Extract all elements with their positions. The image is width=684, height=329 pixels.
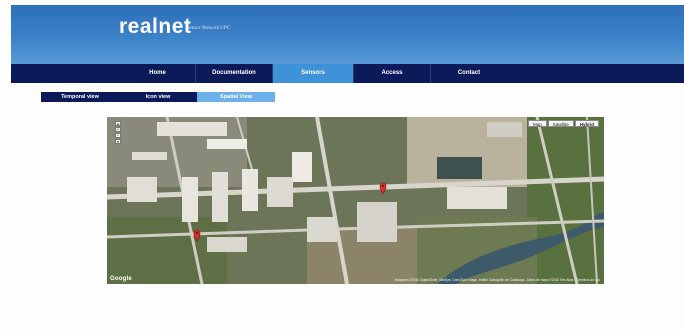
nav-item-contact[interactable]: Contact: [431, 64, 507, 83]
building: [307, 217, 337, 242]
building: [157, 122, 227, 136]
site-header: realnet Sensor Network UPC: [11, 5, 684, 64]
building: [447, 187, 507, 209]
building: [242, 169, 258, 211]
map-type-map-button[interactable]: Map: [527, 120, 547, 127]
tab-spatial-view[interactable]: Spatial View: [197, 92, 275, 102]
tab-temporal-view[interactable]: Temporal view: [41, 92, 119, 102]
map-pin-dot: [381, 184, 385, 188]
map-type-hybrid-button[interactable]: Hybrid: [574, 120, 599, 127]
satellite-map[interactable]: ▴ + − ▾ Map Satellite Hybrid Google Imág…: [107, 117, 604, 284]
pan-down-icon[interactable]: ▾: [115, 139, 121, 144]
nav-item-access[interactable]: Access: [354, 64, 430, 83]
building: [267, 177, 293, 207]
zoom-out-button[interactable]: −: [115, 133, 121, 138]
nav-item-documentation[interactable]: Documentation: [196, 64, 272, 83]
site-tagline: Sensor Network UPC: [187, 26, 231, 31]
building: [207, 237, 247, 252]
building: [127, 177, 157, 202]
nav-item-sensors[interactable]: Sensors: [273, 64, 353, 83]
nav-item-home[interactable]: Home: [120, 64, 195, 83]
building: [132, 152, 167, 160]
building: [182, 177, 198, 222]
building: [292, 152, 312, 182]
building-dark-roof: [437, 157, 482, 179]
map-type-control: Map Satellite Hybrid: [527, 120, 599, 127]
map-pin-dot: [195, 231, 199, 235]
site-logo[interactable]: realnet: [119, 15, 191, 39]
map-zoom-control: ▴ + − ▾: [115, 121, 124, 145]
building: [207, 139, 247, 149]
map-copyright: Imágenes ©2010 DigitalGlobe, GeoEye, Cne…: [394, 278, 600, 282]
building: [357, 202, 397, 242]
main-nav: Home Documentation Sensors Access Contac…: [11, 64, 684, 83]
page: realnet Sensor Network UPC Home Document…: [0, 0, 684, 329]
building: [487, 122, 522, 137]
google-logo[interactable]: Google: [110, 276, 132, 282]
map-type-satellite-button[interactable]: Satellite: [547, 120, 574, 127]
pan-up-icon[interactable]: ▴: [115, 121, 121, 126]
tab-icon-view[interactable]: Icon view: [119, 92, 197, 102]
building: [212, 172, 228, 222]
satellite-imagery[interactable]: [107, 117, 604, 284]
zoom-in-button[interactable]: +: [115, 127, 121, 132]
